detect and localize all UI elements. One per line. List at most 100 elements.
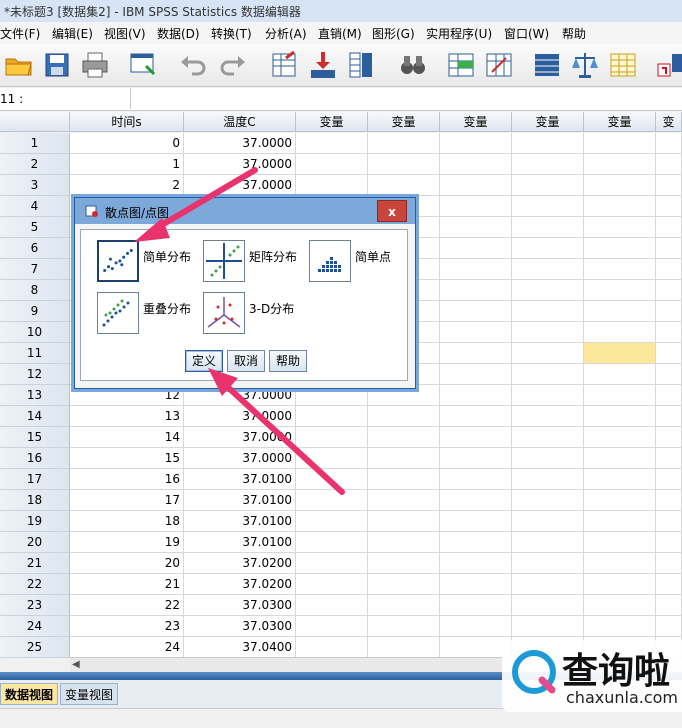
- column-header-var[interactable]: 变量: [440, 112, 512, 132]
- recall-dialog-icon[interactable]: [128, 50, 158, 80]
- insert-variable-icon[interactable]: [484, 50, 514, 80]
- row-header[interactable]: 1: [0, 133, 70, 154]
- tab-variable-view[interactable]: 变量视图: [60, 683, 119, 705]
- cell-empty[interactable]: [368, 595, 440, 616]
- cell-empty[interactable]: [368, 616, 440, 637]
- row-header[interactable]: 12: [0, 364, 70, 385]
- cell-empty[interactable]: [584, 511, 656, 532]
- cell-empty[interactable]: [584, 196, 656, 217]
- cell-empty[interactable]: [656, 427, 682, 448]
- cell-empty[interactable]: [656, 154, 682, 175]
- cell-empty[interactable]: [512, 427, 584, 448]
- cell-empty[interactable]: [512, 217, 584, 238]
- insert-cases-icon[interactable]: [446, 50, 476, 80]
- cell-empty[interactable]: [512, 469, 584, 490]
- cell-empty[interactable]: [368, 574, 440, 595]
- cell-empty[interactable]: [584, 301, 656, 322]
- cancel-button[interactable]: 取消: [227, 350, 265, 372]
- column-header-var[interactable]: 变量: [296, 112, 368, 132]
- cell-empty[interactable]: [656, 448, 682, 469]
- cell-empty[interactable]: [584, 595, 656, 616]
- cell-temp[interactable]: 37.0000: [184, 175, 296, 196]
- row-header[interactable]: 23: [0, 595, 70, 616]
- cell-time[interactable]: 19: [70, 532, 184, 553]
- tab-data-view[interactable]: 数据视图: [0, 683, 59, 705]
- cell-empty[interactable]: [512, 259, 584, 280]
- cell-empty[interactable]: [584, 553, 656, 574]
- value-labels-icon[interactable]: [656, 50, 682, 80]
- cell-time[interactable]: 22: [70, 595, 184, 616]
- cell-time[interactable]: 20: [70, 553, 184, 574]
- cell-empty[interactable]: [368, 532, 440, 553]
- cell-empty[interactable]: [512, 448, 584, 469]
- cell-empty[interactable]: [584, 469, 656, 490]
- find-binoculars-icon[interactable]: [398, 50, 428, 80]
- cell-empty[interactable]: [512, 595, 584, 616]
- cell-time[interactable]: 2: [70, 175, 184, 196]
- cell-empty[interactable]: [296, 637, 368, 658]
- cell-empty[interactable]: [584, 175, 656, 196]
- cell-empty[interactable]: [512, 616, 584, 637]
- cell-empty[interactable]: [296, 574, 368, 595]
- cell-empty[interactable]: [296, 427, 368, 448]
- goto-case-icon[interactable]: [270, 50, 300, 80]
- row-header[interactable]: 4: [0, 196, 70, 217]
- cell-empty[interactable]: [512, 364, 584, 385]
- cell-empty[interactable]: [440, 259, 512, 280]
- menu-help[interactable]: 帮助: [562, 25, 586, 42]
- cell-empty[interactable]: [440, 154, 512, 175]
- cell-empty[interactable]: [584, 616, 656, 637]
- cell-empty[interactable]: [512, 490, 584, 511]
- cell-empty[interactable]: [368, 175, 440, 196]
- row-header[interactable]: 25: [0, 637, 70, 658]
- cell-empty[interactable]: [656, 217, 682, 238]
- cell-empty[interactable]: [656, 385, 682, 406]
- cell-empty[interactable]: [368, 427, 440, 448]
- column-header-var[interactable]: 变量: [368, 112, 440, 132]
- cell-empty[interactable]: [656, 553, 682, 574]
- row-header[interactable]: 9: [0, 301, 70, 322]
- cell-time[interactable]: 0: [70, 133, 184, 154]
- cell-empty[interactable]: [584, 385, 656, 406]
- matrix-scatter-option[interactable]: [203, 240, 245, 282]
- column-header-var[interactable]: 变量: [512, 112, 584, 132]
- cell-empty[interactable]: [440, 196, 512, 217]
- cell-temp[interactable]: 37.0400: [184, 637, 296, 658]
- row-header[interactable]: 16: [0, 448, 70, 469]
- cell-empty[interactable]: [440, 238, 512, 259]
- cell-empty[interactable]: [440, 133, 512, 154]
- row-header[interactable]: 14: [0, 406, 70, 427]
- cell-empty[interactable]: [296, 448, 368, 469]
- cell-temp[interactable]: 37.0300: [184, 616, 296, 637]
- variables-icon[interactable]: [346, 50, 376, 80]
- cell-empty[interactable]: [296, 490, 368, 511]
- cell-empty[interactable]: [656, 574, 682, 595]
- row-header[interactable]: 11: [0, 343, 70, 364]
- cell-time[interactable]: 23: [70, 616, 184, 637]
- menu-utilities[interactable]: 实用程序(U): [426, 25, 492, 42]
- cell-temp[interactable]: 37.0000: [184, 154, 296, 175]
- cell-empty[interactable]: [440, 364, 512, 385]
- cell-temp[interactable]: 37.0100: [184, 532, 296, 553]
- cell-time[interactable]: 16: [70, 469, 184, 490]
- cell-empty[interactable]: [368, 469, 440, 490]
- cell-empty[interactable]: [584, 133, 656, 154]
- undo-icon[interactable]: [178, 50, 208, 80]
- cell-empty[interactable]: [656, 469, 682, 490]
- 3d-scatter-option[interactable]: [203, 292, 245, 334]
- simple-dot-option[interactable]: [309, 240, 351, 282]
- menu-graphs[interactable]: 图形(G): [372, 25, 415, 42]
- cell-empty[interactable]: [296, 553, 368, 574]
- cell-empty[interactable]: [512, 385, 584, 406]
- cell-time[interactable]: 24: [70, 637, 184, 658]
- define-button[interactable]: 定义: [185, 350, 223, 372]
- cell-empty[interactable]: [584, 448, 656, 469]
- row-header[interactable]: 6: [0, 238, 70, 259]
- cell-empty[interactable]: [440, 301, 512, 322]
- scroll-left-icon[interactable]: ◀: [72, 659, 80, 670]
- cell-empty[interactable]: [440, 553, 512, 574]
- cell-empty[interactable]: [512, 196, 584, 217]
- cell-temp[interactable]: 37.0200: [184, 553, 296, 574]
- cell-empty[interactable]: [656, 280, 682, 301]
- cell-empty[interactable]: [656, 532, 682, 553]
